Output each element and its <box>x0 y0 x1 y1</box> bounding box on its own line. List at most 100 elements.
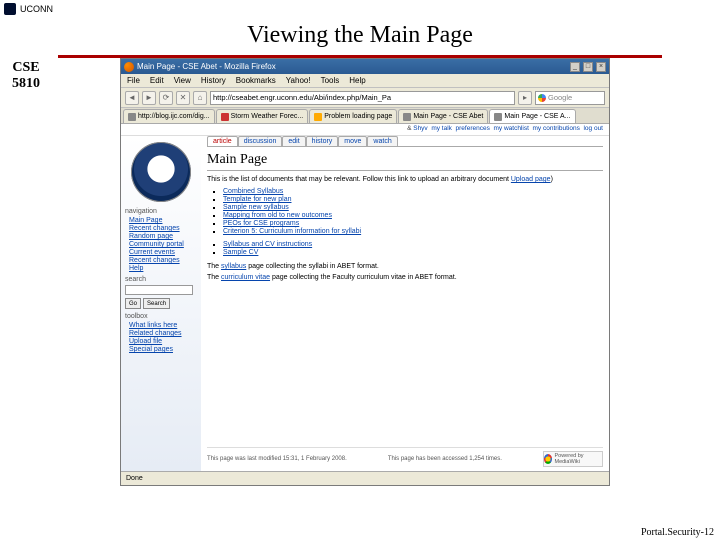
stop-button[interactable]: ✕ <box>176 91 190 105</box>
tab-history[interactable]: history <box>306 136 339 146</box>
tab-3[interactable]: Main Page - CSE Abet <box>398 109 488 123</box>
maximize-button[interactable]: □ <box>583 62 593 72</box>
sidebar-item-events[interactable]: Current events <box>129 249 175 256</box>
window-title: Main Page - CSE Abet - Mozilla Firefox <box>137 62 276 71</box>
intro-text: This is the list of documents that may b… <box>207 175 603 184</box>
tab-label: Storm Weather Forec... <box>231 113 304 120</box>
tab-4[interactable]: Main Page - CSE A... <box>489 109 575 123</box>
link-template-plan[interactable]: Template for new plan <box>223 196 291 203</box>
watchlist-link[interactable]: my watchlist <box>493 125 528 132</box>
slide-footer: Portal.Security-12 <box>641 527 714 538</box>
close-button[interactable]: × <box>596 62 606 72</box>
sidebar-item-portal[interactable]: Community portal <box>129 241 184 248</box>
syllabus-link[interactable]: syllabus <box>221 263 246 270</box>
tab-watch[interactable]: watch <box>367 136 397 146</box>
reload-button[interactable]: ⟳ <box>159 91 173 105</box>
page-footer: This page was last modified 15:31, 1 Feb… <box>207 447 603 467</box>
cv-link[interactable]: curriculum vitae <box>221 274 270 281</box>
tab-discussion[interactable]: discussion <box>238 136 283 146</box>
course-code-line1: CSE <box>2 60 50 76</box>
link-sample-syllabus[interactable]: Sample new syllabus <box>223 204 289 211</box>
tab-2[interactable]: Problem loading page <box>309 109 397 123</box>
back-button[interactable]: ◄ <box>125 91 139 105</box>
firefox-icon <box>124 62 134 72</box>
toolbox-related[interactable]: Related changes <box>129 330 182 337</box>
status-text: Done <box>126 475 143 482</box>
url-input[interactable]: http://cseabet.engr.uconn.edu/Abi/index.… <box>210 91 515 105</box>
toolbox-heading: toolbox <box>125 313 197 320</box>
main-pane: article discussion edit history move wat… <box>201 136 609 471</box>
toolbox-whatlinks[interactable]: What links here <box>129 322 177 329</box>
my-talk-link[interactable]: my talk <box>431 125 452 132</box>
toolbox-special[interactable]: Special pages <box>129 346 173 353</box>
menu-help[interactable]: Help <box>349 76 365 85</box>
sidebar-item-recent[interactable]: Recent changes <box>129 225 180 232</box>
menu-tools[interactable]: Tools <box>321 76 340 85</box>
search-placeholder: Google <box>548 93 572 102</box>
link-peos[interactable]: PEOs for CSE programs <box>223 220 299 227</box>
view-count: This page has been accessed 1,254 times. <box>388 456 502 462</box>
mediawiki-badge[interactable]: Powered by MediaWiki <box>543 451 603 467</box>
menu-bookmarks[interactable]: Bookmarks <box>236 76 276 85</box>
go-button[interactable]: Go <box>125 298 141 309</box>
search-button[interactable]: Search <box>143 298 170 309</box>
page-title: Main Page <box>207 152 603 171</box>
upload-page-link[interactable]: Upload page <box>511 176 551 183</box>
note-syllabus: The syllabus page collecting the syllabi… <box>207 263 603 270</box>
link-mapping[interactable]: Mapping from old to new outcomes <box>223 212 332 219</box>
menu-history[interactable]: History <box>201 76 226 85</box>
tab-1[interactable]: Storm Weather Forec... <box>216 109 309 123</box>
logout-link[interactable]: log out <box>583 125 603 132</box>
tab-0[interactable]: http://blog.ijc.com/dig... <box>123 109 215 123</box>
preferences-link[interactable]: preferences <box>456 125 490 132</box>
contributions-link[interactable]: my contributions <box>533 125 580 132</box>
home-button[interactable]: ⌂ <box>193 91 207 105</box>
menu-view[interactable]: View <box>174 76 191 85</box>
user-links: & Shyv my talk preferences my watchlist … <box>121 124 609 136</box>
note-cv: The curriculum vitae page collecting the… <box>207 274 603 281</box>
page-icon <box>128 113 136 121</box>
doc-list-2: Syllabus and CV instructions Sample CV <box>207 240 603 257</box>
course-code-line2: 5810 <box>2 76 50 92</box>
wiki-search-input[interactable] <box>125 285 193 295</box>
link-sample-cv[interactable]: Sample CV <box>223 249 258 256</box>
uconn-logo-icon <box>4 3 16 15</box>
menu-file[interactable]: File <box>127 76 140 85</box>
menu-edit[interactable]: Edit <box>150 76 164 85</box>
sidebar-item-main[interactable]: Main Page <box>129 217 162 224</box>
mediawiki-text: Powered by MediaWiki <box>554 453 602 465</box>
tab-bar: http://blog.ijc.com/dig... Storm Weather… <box>121 108 609 124</box>
menu-yahoo[interactable]: Yahoo! <box>286 76 311 85</box>
url-text: http://cseabet.engr.uconn.edu/Abi/index.… <box>213 93 391 102</box>
status-bar: Done <box>121 471 609 485</box>
uconn-text: UCONN <box>20 4 53 14</box>
link-combined-syllabus[interactable]: Combined Syllabus <box>223 188 283 195</box>
warning-icon <box>314 113 322 121</box>
page-icon <box>494 113 502 121</box>
tab-move[interactable]: move <box>338 136 367 146</box>
link-criterion5[interactable]: Criterion 5: Curriculum information for … <box>223 228 361 235</box>
sidebar-item-recent2[interactable]: Recent changes <box>129 257 180 264</box>
page-content: & Shyv my talk preferences my watchlist … <box>121 124 609 471</box>
toolbox-upload[interactable]: Upload file <box>129 338 162 345</box>
slide-title: Viewing the Main Page <box>0 18 720 55</box>
toolbox-list: What links here Related changes Upload f… <box>125 322 197 353</box>
minimize-button[interactable]: _ <box>570 62 580 72</box>
go-button[interactable]: ▸ <box>518 91 532 105</box>
wiki-logo-icon[interactable] <box>131 142 191 202</box>
sidebar-item-help[interactable]: Help <box>129 265 143 272</box>
page-tabs: article discussion edit history move wat… <box>207 136 603 147</box>
tab-edit[interactable]: edit <box>282 136 305 146</box>
search-input[interactable]: Google <box>535 91 605 105</box>
tab-article[interactable]: article <box>207 136 238 146</box>
top-bar: UCONN <box>0 0 720 18</box>
window-titlebar: Main Page - CSE Abet - Mozilla Firefox _… <box>121 59 609 74</box>
nav-heading: navigation <box>125 208 197 215</box>
sidebar-item-random[interactable]: Random page <box>129 233 173 240</box>
link-syllabus-cv-instr[interactable]: Syllabus and CV instructions <box>223 241 312 248</box>
tab-label: http://blog.ijc.com/dig... <box>138 113 210 120</box>
page-icon <box>403 113 411 121</box>
user-name-link[interactable]: Shyv <box>413 125 427 132</box>
forward-button[interactable]: ► <box>142 91 156 105</box>
wiki-body: navigation Main Page Recent changes Rand… <box>121 136 609 471</box>
